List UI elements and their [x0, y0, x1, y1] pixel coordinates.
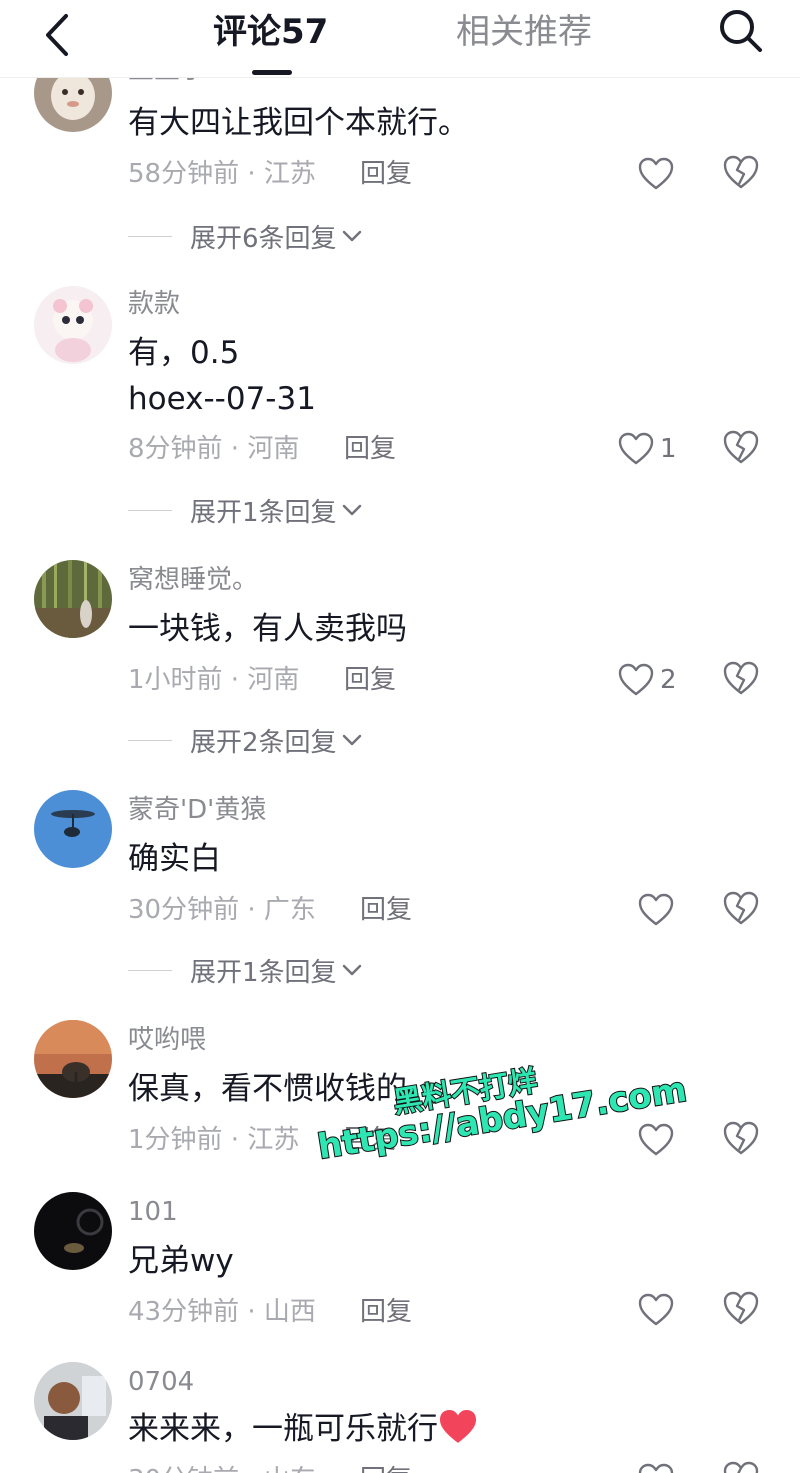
divider — [128, 969, 172, 971]
avatar[interactable] — [34, 1362, 112, 1440]
like-button[interactable] — [638, 890, 674, 930]
comment-username[interactable]: 窝想睡觉。 — [128, 564, 258, 596]
chevron-left-icon — [46, 14, 68, 56]
broken-heart-icon — [723, 155, 759, 189]
broken-heart-icon — [723, 1121, 759, 1155]
comment-username[interactable]: 蒙奇'D'黄猿 — [128, 794, 266, 826]
like-button[interactable]: 2 — [618, 660, 677, 700]
search-button[interactable] — [716, 6, 766, 56]
broken-heart-icon — [723, 1291, 759, 1325]
like-count: 2 — [660, 665, 677, 695]
dislike-button[interactable] — [722, 1120, 762, 1160]
expand-replies-label: 展开6条回复 — [190, 223, 337, 254]
divider — [128, 739, 172, 741]
broken-heart-icon — [723, 1461, 759, 1473]
reply-button[interactable]: 回复 — [360, 1462, 412, 1473]
reply-button[interactable]: 回复 — [344, 662, 396, 698]
comment-text: 一块钱，有人卖我吗 — [128, 611, 407, 647]
expand-replies-button[interactable]: 展开6条回复 — [128, 218, 363, 254]
divider — [128, 235, 172, 237]
heart-icon — [638, 1463, 674, 1473]
expand-replies-button[interactable]: 展开1条回复 — [128, 952, 363, 988]
comment-text: 确实白 — [128, 841, 221, 877]
comment-time-location: 8分钟前 · 河南 — [128, 434, 300, 464]
comment-username[interactable]: 101 — [128, 1196, 178, 1228]
comment-text: 来来来，一瓶可乐就行 — [128, 1406, 478, 1452]
avatar[interactable] — [34, 1192, 112, 1270]
chevron-down-icon — [342, 504, 361, 516]
back-button[interactable] — [38, 8, 78, 58]
dislike-button[interactable] — [722, 429, 762, 469]
avatar[interactable] — [34, 790, 112, 868]
comment-username[interactable]: 款款 — [128, 288, 180, 320]
expand-replies-button[interactable]: 展开2条回复 — [128, 722, 363, 758]
reply-button[interactable]: 回复 — [360, 1294, 412, 1330]
like-button[interactable]: 1 — [618, 429, 677, 469]
comment-username[interactable]: 哎哟喂 — [128, 1024, 206, 1056]
tab-related[interactable]: 相关推荐 — [456, 10, 592, 54]
red-heart-emoji-icon — [440, 1410, 476, 1443]
comment-time-location: 43分钟前 · 山西 — [128, 1297, 316, 1327]
reply-button[interactable]: 回复 — [360, 892, 412, 928]
expand-replies-label: 展开1条回复 — [190, 497, 337, 528]
tab-comments[interactable]: 评论57 — [213, 10, 328, 54]
heart-icon — [618, 663, 654, 696]
chevron-down-icon — [342, 230, 361, 242]
comment-time-location: 30分钟前 · 广东 — [128, 895, 316, 925]
like-button[interactable] — [638, 1290, 674, 1330]
like-button[interactable] — [638, 1460, 674, 1473]
heart-icon — [618, 432, 654, 465]
tab-active-indicator — [252, 70, 292, 75]
dislike-button[interactable] — [722, 1460, 762, 1473]
like-button[interactable] — [638, 154, 674, 194]
comment-time-location: 1小时前 · 河南 — [128, 665, 300, 695]
comment-username[interactable]: 0704 — [128, 1366, 194, 1398]
comment-text: 兄弟wy — [128, 1243, 234, 1279]
comment-time-location: 1分钟前 · 江苏 — [128, 1125, 300, 1155]
avatar[interactable] — [34, 1020, 112, 1098]
dislike-button[interactable] — [722, 660, 762, 700]
like-button[interactable] — [638, 1120, 674, 1160]
comment-time-location: 30分钟前 · 山东 — [128, 1462, 316, 1473]
broken-heart-icon — [723, 430, 759, 464]
reply-button[interactable]: 回复 — [360, 156, 412, 192]
broken-heart-icon — [723, 891, 759, 925]
chevron-down-icon — [342, 734, 361, 746]
dislike-button[interactable] — [722, 1290, 762, 1330]
comment-text-body: 来来来，一瓶可乐就行 — [128, 1411, 438, 1447]
comment-time-location: 58分钟前 · 江苏 — [128, 159, 316, 189]
comment-text: 保真，看不惯收钱的 — [128, 1071, 407, 1107]
expand-replies-button[interactable]: 展开1条回复 — [128, 492, 363, 528]
heart-icon — [638, 1293, 674, 1326]
divider — [128, 509, 172, 511]
dislike-button[interactable] — [722, 154, 762, 194]
like-count: 1 — [660, 434, 677, 464]
avatar[interactable] — [34, 286, 112, 364]
expand-replies-label: 展开2条回复 — [190, 727, 337, 758]
heart-icon — [638, 157, 674, 190]
avatar[interactable] — [34, 560, 112, 638]
chevron-down-icon — [342, 964, 361, 976]
search-icon — [720, 10, 762, 52]
comment-text: 有，0.5 — [128, 335, 240, 371]
broken-heart-icon — [723, 661, 759, 695]
comment-text: 有大四让我回个本就行。 — [128, 105, 469, 141]
dislike-button[interactable] — [722, 890, 762, 930]
heart-icon — [638, 893, 674, 926]
heart-icon — [638, 1123, 674, 1156]
top-bar: 评论57 相关推荐 — [0, 0, 800, 78]
reply-button[interactable]: 回复 — [344, 431, 396, 467]
expand-replies-label: 展开1条回复 — [190, 957, 337, 988]
comment-text: hoex--07-31 — [128, 381, 316, 417]
